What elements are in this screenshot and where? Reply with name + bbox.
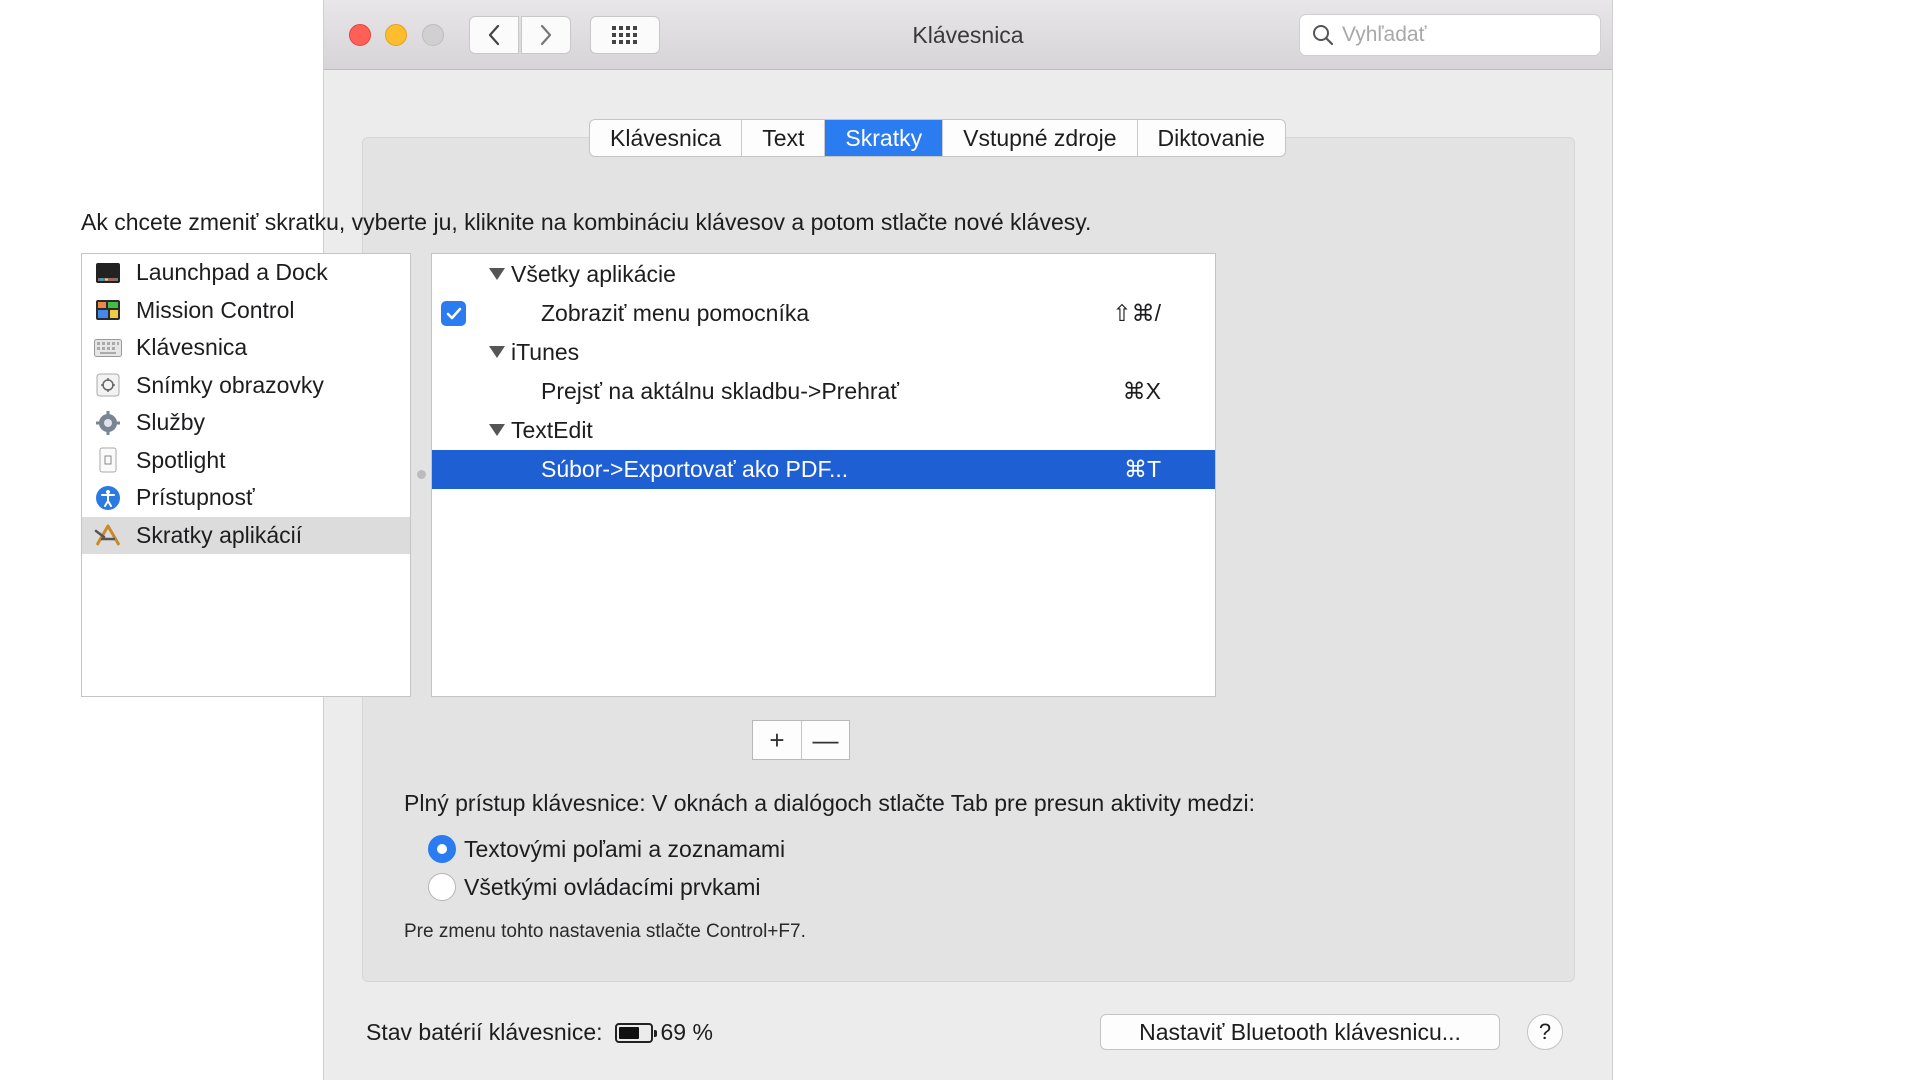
category-label: Služby (136, 409, 206, 436)
category-item-services[interactable]: Služby (82, 404, 410, 442)
tab-shortcuts[interactable]: Skratky (825, 120, 944, 156)
keyboard-icon (94, 334, 122, 362)
disclosure-triangle-icon[interactable] (489, 424, 505, 436)
category-item-spotlight[interactable]: Spotlight (82, 442, 410, 480)
full-keyboard-access-label: Plný prístup klávesnice: V oknách a dial… (404, 790, 1256, 816)
shortcut-key[interactable]: ⇧⌘/ (1112, 300, 1161, 327)
disclosure-triangle-icon[interactable] (489, 346, 505, 358)
radio-option-text-fields[interactable]: Textovými poľami a zoznamami (428, 834, 785, 864)
group-row-itunes[interactable]: iTunes (432, 333, 1215, 372)
split-view-handle[interactable] (417, 470, 426, 479)
tab-keyboard[interactable]: Klávesnica (590, 120, 743, 156)
group-row-textedit[interactable]: TextEdit (432, 411, 1215, 450)
battery-label: Stav batérií klávesnice: (366, 1019, 603, 1045)
gear-icon (94, 409, 122, 437)
category-item-screenshots[interactable]: Snímky obrazovky (82, 367, 410, 405)
app-shortcuts-icon (94, 521, 122, 549)
category-item-accessibility[interactable]: Prístupnosť (82, 479, 410, 517)
category-label: Snímky obrazovky (136, 371, 324, 398)
setup-bluetooth-keyboard-button[interactable]: Nastaviť Bluetooth klávesnicu... (1100, 1014, 1500, 1050)
add-shortcut-button[interactable]: + (753, 721, 801, 759)
instruction-text: Ak chcete zmeniť skratku, vyberte ju, kl… (81, 209, 1092, 235)
tab-text[interactable]: Text (742, 120, 826, 156)
screenshot-icon (94, 371, 122, 399)
shortcut-list: Všetky aplikácie Zobraziť menu pomocníka… (431, 253, 1216, 697)
disclosure-triangle-icon[interactable] (489, 268, 505, 280)
help-button[interactable]: ? (1527, 1014, 1563, 1050)
category-label: Spotlight (136, 446, 226, 473)
radio-label: Všetkými ovládacími prvkami (464, 873, 761, 900)
radio-button-selected[interactable] (428, 835, 456, 863)
radio-label: Textovými poľami a zoznamami (464, 835, 786, 862)
title-bar: Klávesnica (324, 0, 1612, 70)
battery-status: Stav batérií klávesnice: 69 % (366, 1019, 713, 1046)
category-item-launchpad[interactable]: Launchpad a Dock (82, 254, 410, 292)
shortcut-row-itunes-play[interactable]: Prejsť na aktálnu skladbu->Prehrať ⌘X (432, 372, 1215, 411)
spotlight-icon (94, 446, 122, 474)
category-item-mission-control[interactable]: Mission Control (82, 292, 410, 330)
radio-button[interactable] (428, 873, 456, 901)
tab-dictation[interactable]: Diktovanie (1138, 120, 1285, 156)
battery-percent: 69 % (660, 1019, 713, 1045)
shortcut-enabled-checkbox[interactable] (441, 301, 466, 326)
category-item-app-shortcuts[interactable]: Skratky aplikácií (82, 516, 410, 554)
radio-option-all-controls[interactable]: Všetkými ovládacími prvkami (428, 872, 761, 902)
search-icon (1313, 25, 1334, 46)
shortcut-hint-text: Pre zmenu tohto nastavenia stlačte Contr… (404, 921, 806, 942)
remove-shortcut-button[interactable]: — (801, 721, 849, 759)
battery-icon (614, 1022, 657, 1043)
category-label: Mission Control (136, 296, 295, 323)
group-label: Všetky aplikácie (511, 261, 676, 287)
tab-bar: Klávesnica Text Skratky Vstupné zdroje D… (589, 119, 1286, 157)
shortcut-label: Prejsť na aktálnu skladbu->Prehrať (541, 378, 899, 404)
group-row-all-apps[interactable]: Všetky aplikácie (432, 255, 1215, 294)
launchpad-icon (94, 259, 122, 287)
category-label: Launchpad a Dock (136, 259, 328, 286)
shortcut-key[interactable]: ⌘T (1124, 456, 1161, 483)
shortcut-key[interactable]: ⌘X (1123, 378, 1161, 405)
accessibility-icon (94, 484, 122, 512)
shortcut-row-help-menu[interactable]: Zobraziť menu pomocníka ⇧⌘/ (432, 294, 1215, 333)
category-label: Prístupnosť (136, 484, 255, 511)
shortcut-row-export-pdf[interactable]: Súbor->Exportovať ako PDF... ⌘T (432, 450, 1215, 489)
category-item-keyboard[interactable]: Klávesnica (82, 329, 410, 367)
shortcut-label: Zobraziť menu pomocníka (541, 300, 810, 326)
mission-control-icon (94, 296, 122, 324)
category-label: Skratky aplikácií (136, 521, 303, 548)
search-field[interactable] (1299, 14, 1601, 56)
category-label: Klávesnica (136, 334, 248, 361)
tab-input-sources[interactable]: Vstupné zdroje (943, 120, 1138, 156)
group-label: TextEdit (511, 417, 593, 443)
checkmark-icon (446, 307, 461, 319)
group-label: iTunes (511, 339, 580, 365)
search-input[interactable] (1342, 23, 1582, 47)
add-remove-control: + — (752, 720, 850, 760)
category-list: Launchpad a Dock Mission Control Klávesn… (81, 253, 411, 697)
battery-level-fill (618, 1026, 640, 1039)
shortcut-label: Súbor->Exportovať ako PDF... (541, 456, 849, 482)
